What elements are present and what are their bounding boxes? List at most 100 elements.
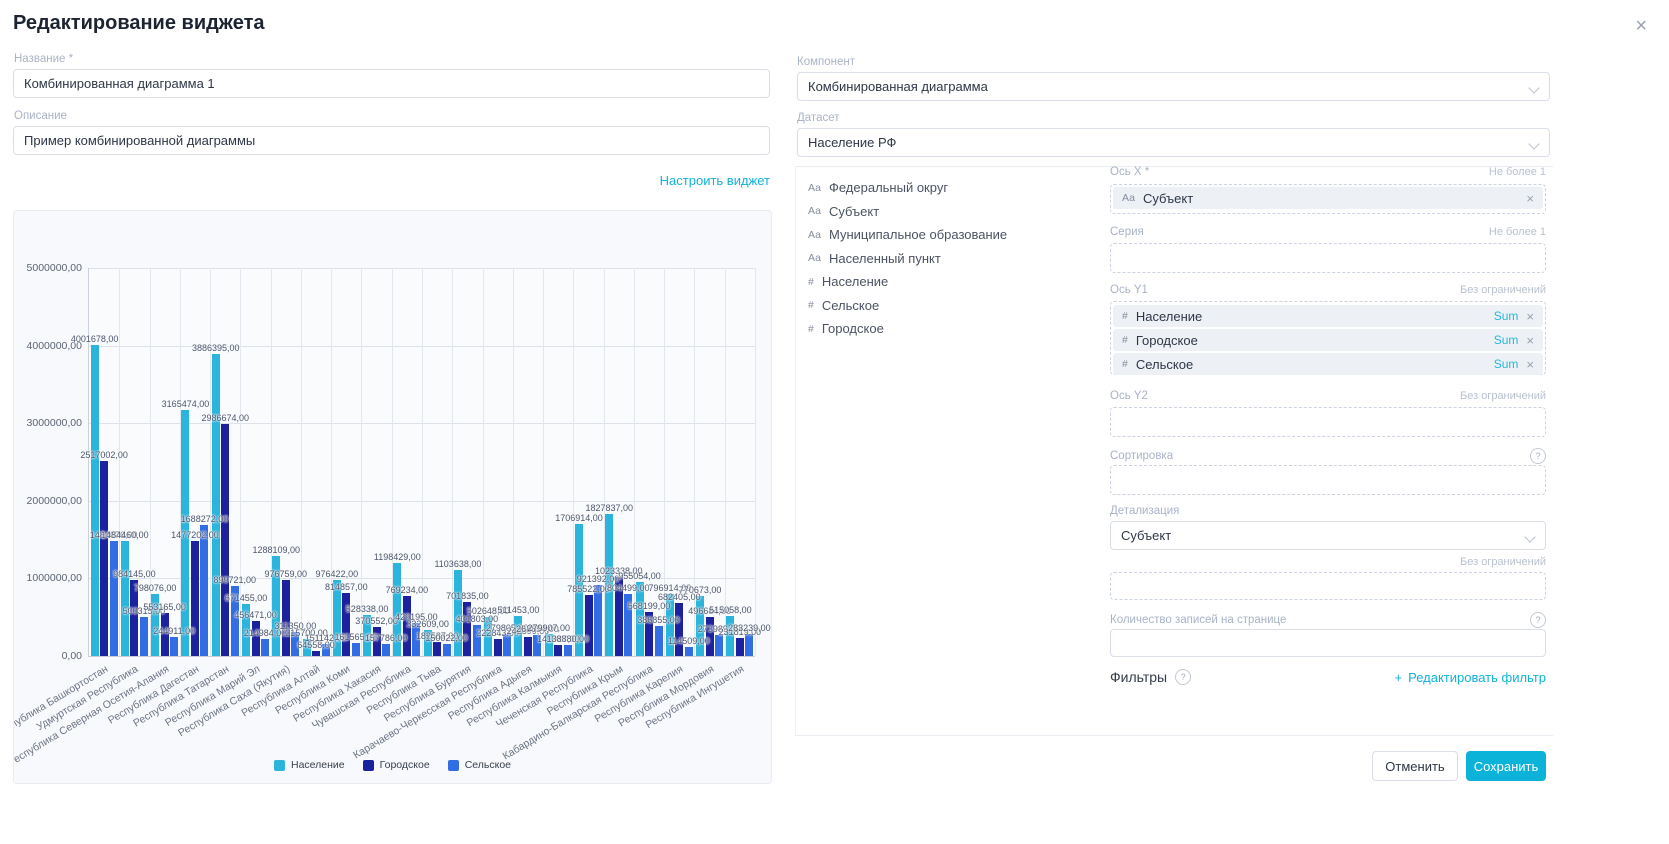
help-icon[interactable]: ? <box>1175 669 1191 685</box>
remove-icon[interactable]: × <box>1526 334 1534 347</box>
legend-label: Сельское <box>465 759 511 771</box>
bar-Городское <box>221 424 229 656</box>
divider <box>795 735 1553 736</box>
component-select[interactable]: Комбинированная диаграмма <box>797 72 1550 101</box>
dataset-field-item[interactable]: # Сельское <box>808 294 1007 318</box>
field-type-icon: Аа <box>808 252 821 264</box>
y1-axis-chip[interactable]: #НаселениеSum× <box>1113 305 1543 327</box>
bar-value-label: 2517002,00 <box>80 450 128 460</box>
detail-select[interactable]: Субъект <box>1110 521 1546 550</box>
divider <box>795 166 796 735</box>
y1-axis-chip[interactable]: #ГородскоеSum× <box>1113 329 1543 351</box>
legend-item[interactable]: Сельское <box>448 759 511 771</box>
y-axis-tick: 2000000,00 <box>27 495 82 507</box>
legend-label: Население <box>291 759 345 771</box>
y-axis-tick: 5000000,00 <box>27 262 82 274</box>
extra-dropzone[interactable] <box>1110 572 1546 600</box>
field-name: Сельское <box>822 298 879 313</box>
save-button[interactable]: Сохранить <box>1466 751 1546 781</box>
legend-item[interactable]: Население <box>274 759 345 771</box>
bar-value-label: 1198429,00 <box>374 552 421 562</box>
bar-value-label: 150022,00 <box>425 633 468 643</box>
series-limit: Не более 1 <box>1489 226 1546 238</box>
remove-icon[interactable]: × <box>1526 358 1534 371</box>
bar-value-label: 671455,00 <box>225 593 268 603</box>
bar-value-label: 899721,00 <box>213 575 256 585</box>
gridline <box>361 268 362 656</box>
bar-value-label: 568199,00 <box>628 601 671 611</box>
name-field-label: Название * <box>14 53 73 65</box>
y1-chip-label: Население <box>1136 309 1202 324</box>
bar-Сельское <box>140 617 148 656</box>
legend-item[interactable]: Городское <box>363 759 430 771</box>
bar-Городское <box>312 651 320 656</box>
bar-Городское <box>524 637 532 656</box>
field-type-icon: # <box>808 299 814 311</box>
aggregation-badge[interactable]: Sum <box>1494 357 1519 371</box>
bar-value-label: 701835,00 <box>446 591 489 601</box>
y1-axis-dropzone[interactable]: #НаселениеSum×#ГородскоеSum×#СельскоеSum… <box>1110 301 1546 375</box>
bar-value-label: 798076,00 <box>134 583 177 593</box>
series-label: Серия <box>1110 226 1144 238</box>
series-dropzone[interactable] <box>1110 243 1546 273</box>
y2-axis-limit: Без ограничений <box>1460 390 1546 402</box>
bar-Городское <box>675 603 683 656</box>
dataset-field-item[interactable]: #Городское <box>808 317 1007 341</box>
bar-value-label: 3886395,00 <box>192 343 240 353</box>
bar-value-label: 976759,00 <box>264 569 307 579</box>
detail-label: Детализация <box>1110 505 1179 517</box>
y2-axis-dropzone[interactable] <box>1110 407 1546 437</box>
x-axis-chip-label: Субъект <box>1143 191 1193 206</box>
page-size-input[interactable] <box>1110 629 1546 657</box>
bar-value-label: 157786,00 <box>365 633 408 643</box>
bar-Сельское <box>382 644 390 656</box>
bar-Сельское <box>443 644 451 656</box>
bar-value-label: 769234,00 <box>386 585 429 595</box>
y1-axis-chip[interactable]: #СельскоеSum× <box>1113 353 1543 375</box>
legend-swatch-icon <box>274 760 285 771</box>
x-axis-dropzone[interactable]: Аа Субъект × <box>1110 184 1546 214</box>
x-axis-label: Ось X * <box>1110 166 1149 178</box>
aggregation-badge[interactable]: Sum <box>1494 309 1519 323</box>
dataset-select[interactable]: Население РФ <box>797 128 1550 157</box>
remove-icon[interactable]: × <box>1526 310 1534 323</box>
bar-Городское <box>554 645 562 656</box>
dataset-field-item[interactable]: АаМуниципальное образование <box>808 223 1007 247</box>
cancel-button[interactable]: Отменить <box>1372 751 1458 781</box>
field-name: Субъект <box>829 204 879 219</box>
aggregation-badge[interactable]: Sum <box>1494 333 1519 347</box>
field-name: Городское <box>822 321 884 336</box>
dataset-field-item[interactable]: #Население <box>808 270 1007 294</box>
gridline <box>422 268 423 656</box>
field-name: Населенный пункт <box>829 251 941 266</box>
help-icon[interactable]: ? <box>1530 612 1546 628</box>
bar-value-label: 244911,00 <box>153 626 195 636</box>
legend-swatch-icon <box>363 760 374 771</box>
widget-name-input[interactable] <box>13 69 770 98</box>
component-field-label: Компонент <box>797 56 855 68</box>
bar-Сельское <box>745 634 753 656</box>
bar-value-label: 279907,00 <box>527 623 570 633</box>
y-axis-tick: 0,00 <box>62 650 82 662</box>
gridline <box>301 268 302 656</box>
dataset-field-item[interactable]: Аа Населенный пункт <box>808 247 1007 271</box>
dataset-field-item[interactable]: АаСубъект <box>808 200 1007 224</box>
legend-swatch-icon <box>448 760 459 771</box>
bar-value-label: 1103638,00 <box>434 559 481 569</box>
dataset-field-item[interactable]: АаФедеральный округ <box>808 176 1007 200</box>
remove-icon[interactable]: × <box>1526 192 1534 205</box>
edit-filter-link[interactable]: + Редактировать фильтр <box>1395 670 1547 685</box>
sort-dropzone[interactable] <box>1110 465 1546 495</box>
close-icon[interactable]: × <box>1635 16 1647 36</box>
x-axis-chip[interactable]: Аа Субъект × <box>1113 187 1543 209</box>
field-type-icon: Аа <box>808 182 821 194</box>
bar-value-label: 138880,00 <box>546 634 589 644</box>
widget-description-input[interactable] <box>13 126 770 155</box>
extra-limit: Без ограничений <box>1460 556 1546 568</box>
bar-Городское <box>494 639 502 656</box>
bar-value-label: 1688272,00 <box>181 514 229 524</box>
help-icon[interactable]: ? <box>1530 448 1546 464</box>
field-type-icon: # <box>1122 334 1128 346</box>
configure-widget-link[interactable]: Настроить виджет <box>13 173 770 188</box>
page-size-label: Количество записей на странице <box>1110 614 1286 626</box>
